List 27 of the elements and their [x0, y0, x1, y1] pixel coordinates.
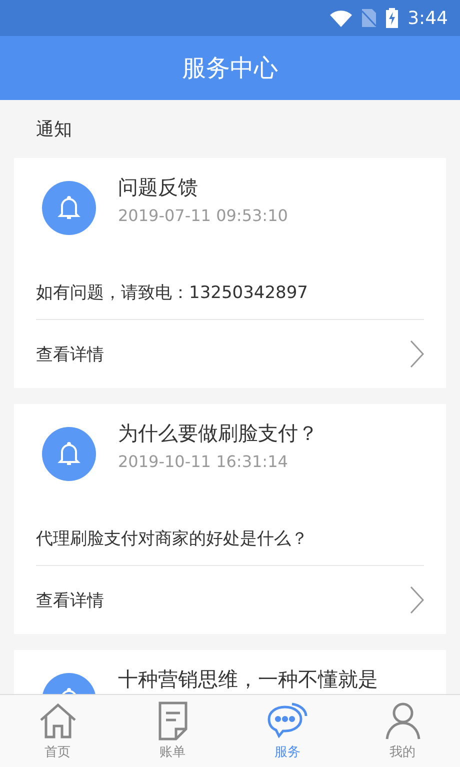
- notice-message: 代理刷脸支付对商家的好处是什么？: [36, 528, 308, 550]
- status-time: 3:44: [408, 8, 448, 28]
- details-link[interactable]: 查看详情: [36, 566, 424, 634]
- notice-date: 2019-10-11 16:31:14: [118, 452, 289, 471]
- home-icon: [38, 701, 78, 741]
- notice-date: 2019-07-11 09:53:10: [118, 206, 288, 225]
- notice-title: 问题反馈: [118, 174, 199, 200]
- notice-message: 如有问题，请致电：13250342897: [36, 282, 308, 304]
- details-label: 查看详情: [36, 590, 104, 612]
- chevron-right-icon: [410, 340, 424, 368]
- bell-icon: [57, 195, 81, 221]
- no-sim-icon: [362, 9, 376, 27]
- person-icon: [384, 701, 422, 741]
- bell-icon: [57, 441, 81, 467]
- battery-charging-icon: [386, 8, 398, 28]
- tab-item[interactable]: 我的: [345, 695, 460, 767]
- section-title: 通知: [36, 118, 72, 141]
- notice-title: 为什么要做刷脸支付？: [118, 420, 318, 446]
- details-link[interactable]: 查看详情: [36, 320, 424, 388]
- tab-item[interactable]: 服务: [230, 695, 345, 767]
- tab-item[interactable]: 账单: [115, 695, 230, 767]
- details-label: 查看详情: [36, 344, 104, 366]
- notice-title: 十种营销思维，一种不懂就是: [118, 666, 378, 692]
- wifi-icon: [330, 10, 352, 26]
- tab-item[interactable]: 首页: [0, 695, 115, 767]
- page-title: 服务中心: [182, 53, 278, 84]
- chevron-right-icon: [410, 586, 424, 614]
